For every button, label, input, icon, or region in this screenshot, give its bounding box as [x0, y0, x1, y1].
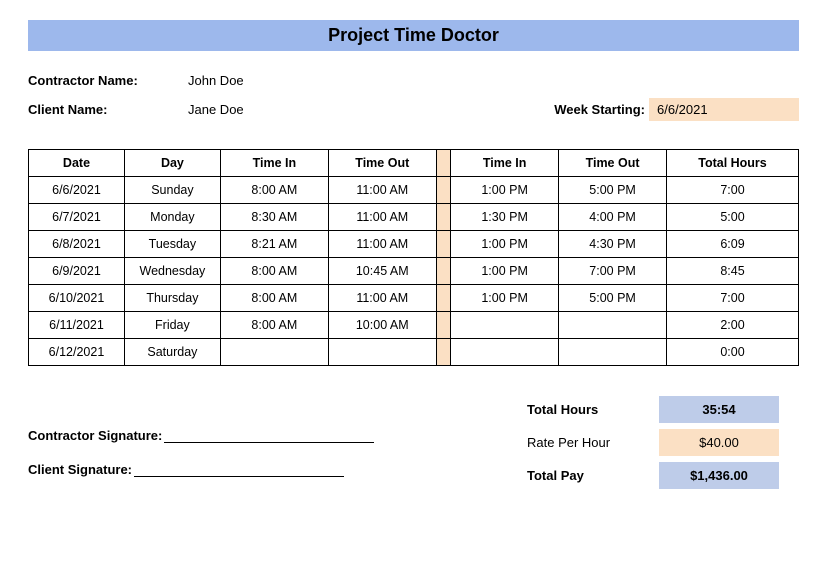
cell-time-in-1: 8:21 AM	[220, 231, 328, 258]
cell-time-in-1: 8:00 AM	[220, 258, 328, 285]
header-date: Date	[29, 150, 125, 177]
cell-time-in-1: 8:00 AM	[220, 177, 328, 204]
cell-date: 6/7/2021	[29, 204, 125, 231]
separator-cell	[436, 231, 450, 258]
client-name: Jane Doe	[188, 102, 244, 117]
cell-date: 6/8/2021	[29, 231, 125, 258]
cell-date: 6/12/2021	[29, 339, 125, 366]
rate-value: $40.00	[659, 429, 779, 456]
client-label: Client Name:	[28, 102, 188, 117]
cell-time-out-1: 11:00 AM	[328, 177, 436, 204]
cell-time-out-2: 5:00 PM	[559, 177, 667, 204]
cell-date: 6/6/2021	[29, 177, 125, 204]
cell-day: Wednesday	[124, 258, 220, 285]
separator-cell	[436, 285, 450, 312]
cell-time-out-1: 11:00 AM	[328, 285, 436, 312]
cell-time-in-1: 8:30 AM	[220, 204, 328, 231]
cell-time-out-2	[559, 339, 667, 366]
total-pay-label: Total Pay	[519, 462, 659, 489]
contractor-name: John Doe	[188, 73, 244, 88]
table-row: 6/12/2021Saturday 0:00	[29, 339, 799, 366]
cell-total: 8:45	[667, 258, 799, 285]
separator-cell	[436, 204, 450, 231]
cell-time-in-2: 1:30 PM	[451, 204, 559, 231]
cell-total: 0:00	[667, 339, 799, 366]
cell-time-out-2	[559, 312, 667, 339]
week-starting-value: 6/6/2021	[649, 98, 799, 121]
total-pay-value: $1,436.00	[659, 462, 779, 489]
header-time-in-1: Time In	[220, 150, 328, 177]
cell-time-in-1: 8:00 AM	[220, 285, 328, 312]
cell-time-out-2: 7:00 PM	[559, 258, 667, 285]
cell-time-out-2: 5:00 PM	[559, 285, 667, 312]
rate-label: Rate Per Hour	[519, 429, 659, 456]
contractor-signature-label: Contractor Signature:	[28, 428, 162, 443]
client-row: Client Name: Jane Doe Week Starting: 6/6…	[28, 98, 799, 121]
separator-cell	[436, 339, 450, 366]
contractor-signature-row: Contractor Signature:	[28, 427, 519, 443]
table-row: 6/9/2021Wednesday8:00 AM10:45 AM 1:00 PM7…	[29, 258, 799, 285]
cell-total: 5:00	[667, 204, 799, 231]
cell-time-in-2: 1:00 PM	[451, 258, 559, 285]
cell-time-in-2	[451, 312, 559, 339]
separator-cell	[436, 258, 450, 285]
cell-time-out-1: 10:00 AM	[328, 312, 436, 339]
cell-day: Saturday	[124, 339, 220, 366]
table-header-row: Date Day Time In Time Out Time In Time O…	[29, 150, 799, 177]
cell-time-out-1: 11:00 AM	[328, 231, 436, 258]
cell-time-out-1: 10:45 AM	[328, 258, 436, 285]
cell-day: Sunday	[124, 177, 220, 204]
cell-time-out-2: 4:30 PM	[559, 231, 667, 258]
page-title: Project Time Doctor	[28, 20, 799, 51]
cell-date: 6/9/2021	[29, 258, 125, 285]
separator-header	[436, 150, 450, 177]
cell-total: 2:00	[667, 312, 799, 339]
header-time-out-2: Time Out	[559, 150, 667, 177]
cell-time-in-2: 1:00 PM	[451, 177, 559, 204]
total-hours-label: Total Hours	[519, 396, 659, 423]
cell-time-in-2	[451, 339, 559, 366]
separator-cell	[436, 177, 450, 204]
cell-total: 6:09	[667, 231, 799, 258]
cell-time-in-1	[220, 339, 328, 366]
contractor-signature-line[interactable]	[164, 427, 374, 443]
table-row: 6/6/2021Sunday8:00 AM11:00 AM 1:00 PM5:00…	[29, 177, 799, 204]
timesheet-table: Date Day Time In Time Out Time In Time O…	[28, 149, 799, 366]
cell-time-in-2: 1:00 PM	[451, 285, 559, 312]
header-day: Day	[124, 150, 220, 177]
cell-day: Monday	[124, 204, 220, 231]
cell-time-out-1	[328, 339, 436, 366]
cell-time-out-1: 11:00 AM	[328, 204, 436, 231]
cell-day: Thursday	[124, 285, 220, 312]
header-time-in-2: Time In	[451, 150, 559, 177]
cell-date: 6/11/2021	[29, 312, 125, 339]
summary-block: Total Hours 35:54 Rate Per Hour $40.00 T…	[519, 396, 799, 495]
contractor-row: Contractor Name: John Doe	[28, 73, 799, 88]
cell-day: Friday	[124, 312, 220, 339]
contractor-label: Contractor Name:	[28, 73, 188, 88]
total-hours-value: 35:54	[659, 396, 779, 423]
separator-cell	[436, 312, 450, 339]
cell-time-in-2: 1:00 PM	[451, 231, 559, 258]
cell-time-in-1: 8:00 AM	[220, 312, 328, 339]
client-signature-line[interactable]	[134, 461, 344, 477]
client-signature-row: Client Signature:	[28, 461, 519, 477]
table-row: 6/10/2021Thursday8:00 AM11:00 AM 1:00 PM5…	[29, 285, 799, 312]
cell-total: 7:00	[667, 285, 799, 312]
table-row: 6/11/2021Friday8:00 AM10:00 AM 2:00	[29, 312, 799, 339]
week-starting-label: Week Starting:	[554, 102, 645, 117]
header-time-out-1: Time Out	[328, 150, 436, 177]
cell-date: 6/10/2021	[29, 285, 125, 312]
header-total-hours: Total Hours	[667, 150, 799, 177]
cell-total: 7:00	[667, 177, 799, 204]
table-row: 6/7/2021Monday8:30 AM11:00 AM 1:30 PM4:00…	[29, 204, 799, 231]
table-row: 6/8/2021Tuesday8:21 AM11:00 AM 1:00 PM4:3…	[29, 231, 799, 258]
client-signature-label: Client Signature:	[28, 462, 132, 477]
cell-time-out-2: 4:00 PM	[559, 204, 667, 231]
cell-day: Tuesday	[124, 231, 220, 258]
